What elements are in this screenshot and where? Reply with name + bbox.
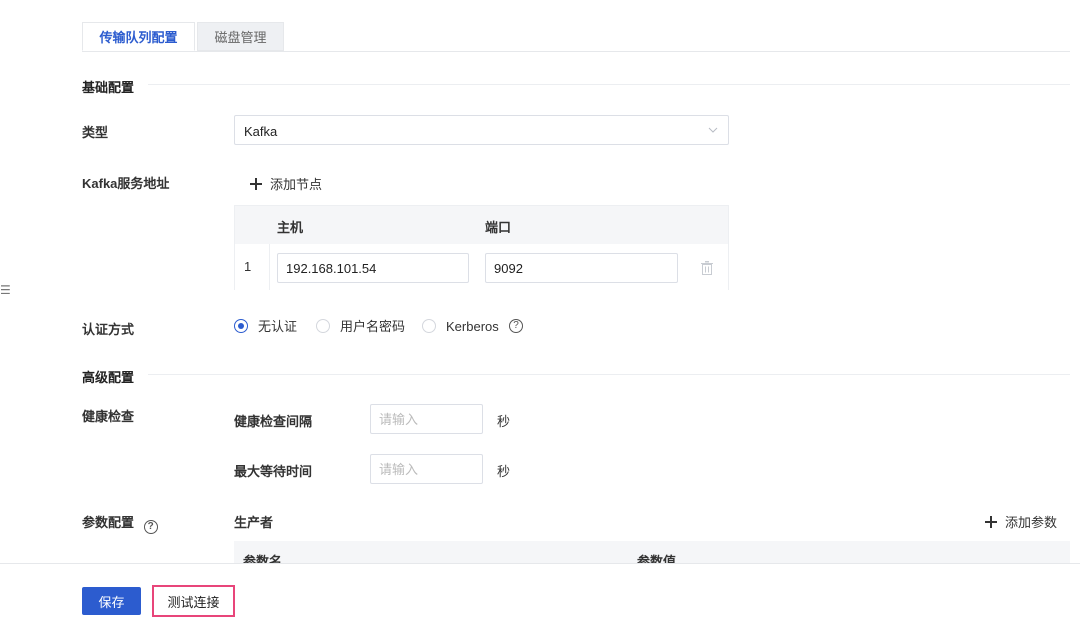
add-node-button[interactable]: 添加节点 xyxy=(250,174,322,193)
column-header-param-value: 参数值 xyxy=(637,554,677,563)
menu-icon: ☰ xyxy=(0,283,11,297)
node-table-header: 主机 端口 xyxy=(235,206,728,244)
params-label: 参数配置 ? xyxy=(82,512,158,534)
row-index: 1 xyxy=(244,259,252,274)
chevron-down-icon xyxy=(708,127,718,133)
params-label-text: 参数配置 xyxy=(82,515,135,530)
kafka-address-label: Kafka服务地址 xyxy=(82,176,170,191)
plus-icon xyxy=(985,516,997,528)
column-header-host: 主机 xyxy=(277,220,304,235)
type-label: 类型 xyxy=(82,125,109,140)
table-row: 1 xyxy=(235,244,728,290)
type-select-value: Kafka xyxy=(244,124,278,139)
section-title-advanced: 高级配置 xyxy=(82,370,135,385)
column-header-port: 端口 xyxy=(485,220,512,235)
tab-transfer-queue-config[interactable]: 传输队列配置 xyxy=(82,22,195,51)
radio-circle xyxy=(316,319,330,333)
node-table: 主机 端口 1 xyxy=(234,205,729,290)
health-check-label: 健康检查 xyxy=(82,409,135,424)
port-input[interactable] xyxy=(485,253,678,283)
section-divider-basic xyxy=(148,84,1070,85)
health-interval-label: 健康检查间隔 xyxy=(234,414,313,429)
add-param-label: 添加参数 xyxy=(1005,515,1058,530)
radio-label: 无认证 xyxy=(258,319,298,334)
save-button[interactable]: 保存 xyxy=(82,587,141,615)
max-wait-input[interactable] xyxy=(370,454,483,484)
help-icon[interactable]: ? xyxy=(509,319,523,333)
section-title-basic: 基础配置 xyxy=(82,80,135,95)
tab-divider xyxy=(82,51,1070,52)
trash-icon[interactable] xyxy=(701,261,713,275)
row-index-divider xyxy=(269,244,270,290)
health-interval-unit: 秒 xyxy=(497,414,511,429)
section-divider-advanced xyxy=(148,374,1070,375)
type-select[interactable]: Kafka xyxy=(234,115,729,145)
add-param-button[interactable]: 添加参数 xyxy=(985,512,1057,531)
max-wait-unit: 秒 xyxy=(497,464,511,479)
tab-disk-management[interactable]: 磁盘管理 xyxy=(197,22,284,51)
radio-label: Kerberos xyxy=(446,319,499,334)
auth-label: 认证方式 xyxy=(82,322,135,337)
column-header-param-name: 参数名 xyxy=(243,554,283,563)
help-icon[interactable]: ? xyxy=(143,520,158,534)
test-connection-button[interactable]: 测试连接 xyxy=(152,585,235,617)
params-table-header: 参数名 参数值 xyxy=(234,541,1070,563)
add-node-label: 添加节点 xyxy=(270,177,323,192)
max-wait-label: 最大等待时间 xyxy=(234,464,313,479)
radio-circle xyxy=(422,319,436,333)
health-interval-input[interactable] xyxy=(370,404,483,434)
radio-label: 用户名密码 xyxy=(340,319,406,334)
producer-label: 生产者 xyxy=(234,515,274,530)
plus-icon xyxy=(250,178,262,190)
radio-circle-checked xyxy=(234,319,248,333)
host-input[interactable] xyxy=(277,253,469,283)
